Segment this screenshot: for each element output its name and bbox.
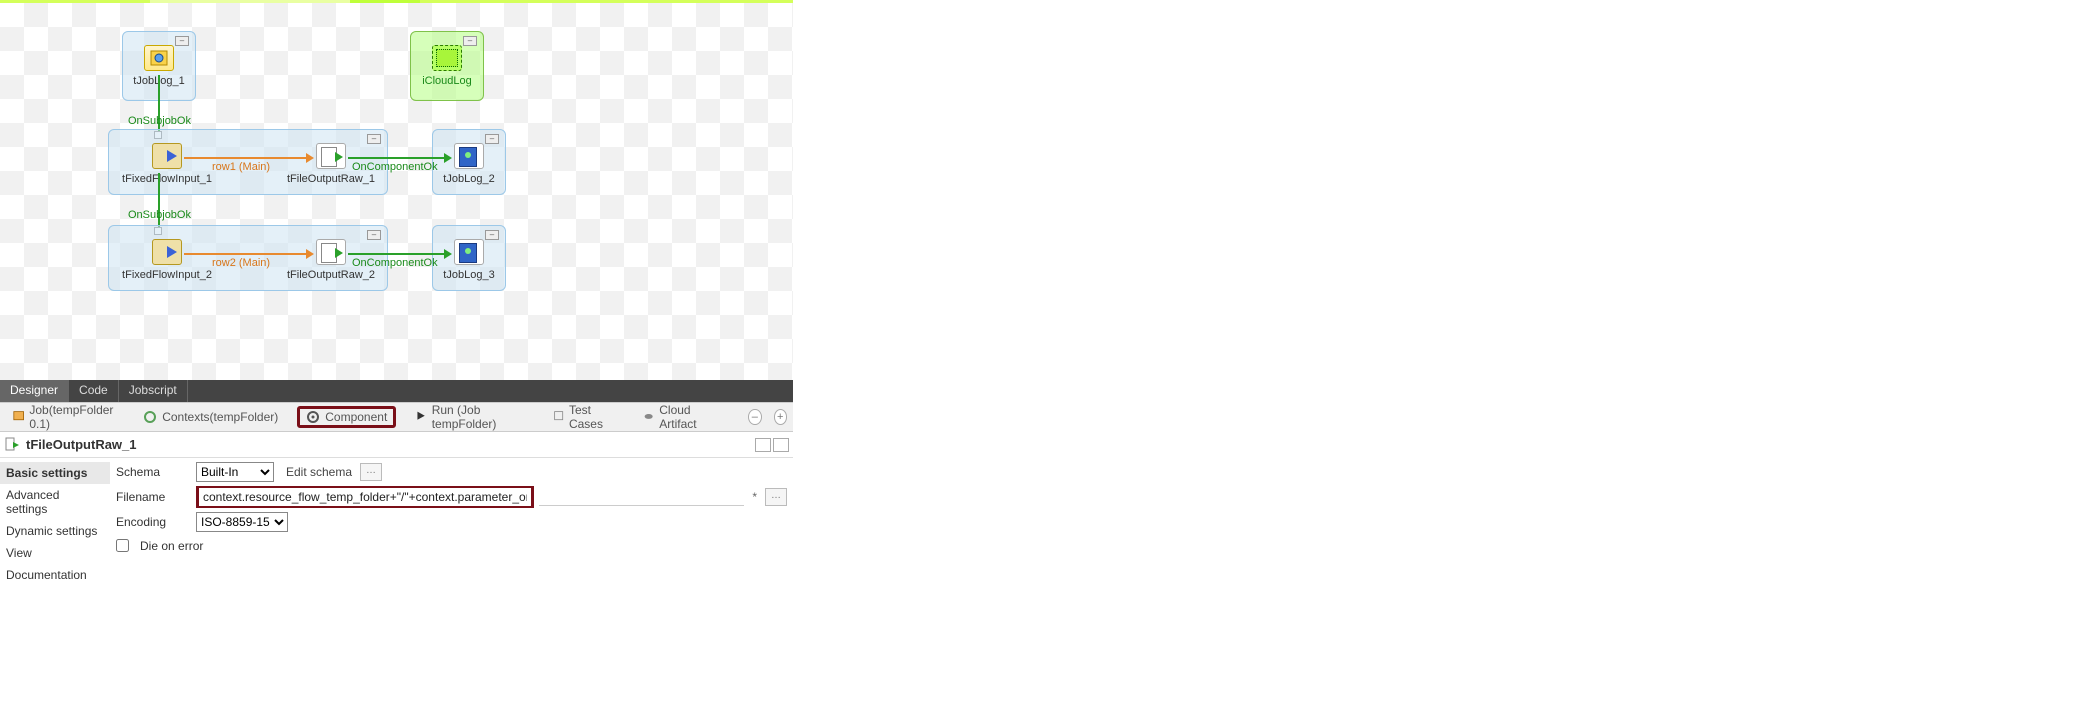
view-job-label: Job(tempFolder 0.1) [29, 403, 117, 431]
filename-label: Filename [116, 490, 188, 504]
component-label: tJobLog_2 [443, 173, 494, 185]
nav-dynamic-settings[interactable]: Dynamic settings [0, 520, 110, 542]
row-filename: Filename * … [116, 486, 787, 508]
view-component-label: Component [325, 410, 387, 424]
filename-input[interactable] [199, 488, 531, 506]
subjob-minimize-icon[interactable] [485, 134, 499, 144]
filename-browse-button[interactable]: … [765, 488, 787, 506]
view-component[interactable]: Component [297, 406, 396, 428]
component-icon [306, 410, 320, 424]
tab-jobscript[interactable]: Jobscript [119, 380, 188, 402]
schema-label: Schema [116, 465, 188, 479]
settings-panel: Basic settings Advanced settings Dynamic… [0, 458, 793, 590]
cloudlog-icon [432, 45, 462, 71]
component-label: tFixedFlowInput_1 [122, 173, 212, 185]
link-onsubjobok-1[interactable] [158, 75, 160, 135]
component-tjoblog1[interactable]: tJobLog_1 [142, 45, 176, 75]
arrowhead-icon [444, 249, 452, 259]
flowinput-icon [152, 143, 182, 169]
arrowhead-icon [306, 153, 314, 163]
edit-schema-link[interactable]: Edit schema [286, 465, 352, 479]
link-oncomponentok-2[interactable] [348, 253, 448, 255]
nav-view[interactable]: View [0, 542, 110, 564]
nav-advanced-settings[interactable]: Advanced settings [0, 484, 110, 520]
filename-highlight-box [196, 486, 534, 508]
view-run[interactable]: Run (Job tempFolder) [408, 399, 533, 435]
schema-select[interactable]: Built-In [196, 462, 274, 482]
settings-form: Schema Built-In Edit schema … Filename *… [110, 458, 793, 563]
component-icloudlog[interactable]: iCloudLog [430, 45, 464, 75]
component-tjoblog3[interactable]: tJobLog_3 [452, 239, 486, 269]
flowinput-icon [152, 239, 182, 265]
link-row1[interactable] [184, 157, 310, 159]
view-contexts[interactable]: Contexts(tempFolder) [136, 406, 285, 428]
arrowhead-icon [444, 153, 452, 163]
encoding-label: Encoding [116, 515, 188, 529]
row-die-on-error: Die on error [116, 536, 787, 555]
edit-schema-button[interactable]: … [360, 463, 382, 481]
encoding-select[interactable]: ISO-8859-15 [196, 512, 288, 532]
component-label: iCloudLog [422, 75, 472, 87]
selected-component-title: tFileOutputRaw_1 [26, 437, 137, 452]
component-tjoblog2[interactable]: tJobLog_2 [452, 143, 486, 173]
layout-option-1[interactable] [755, 438, 771, 452]
view-cloudartifact[interactable]: Cloud Artifact [636, 399, 724, 435]
component-tfileoutputraw1[interactable]: tFileOutputRaw_1 [314, 143, 348, 173]
cloud-icon [643, 410, 654, 424]
subjob-minimize-icon[interactable] [485, 230, 499, 240]
die-on-error-label: Die on error [140, 539, 203, 553]
fileoutput-icon [4, 437, 20, 453]
fileoutput-icon [316, 239, 346, 265]
link-row2[interactable] [184, 253, 310, 255]
link-oncomponentok-1[interactable] [348, 157, 448, 159]
component-tfixedflowinput2[interactable]: tFixedFlowInput_2 [150, 239, 184, 269]
run-icon [415, 410, 426, 424]
canvas-top-highlight [350, 0, 420, 3]
joblog-icon [144, 45, 174, 71]
component-tfileoutputraw2[interactable]: tFileOutputRaw_2 [314, 239, 348, 269]
fileoutput-icon [316, 143, 346, 169]
row-schema: Schema Built-In Edit schema … [116, 462, 787, 482]
expand-button[interactable]: + [774, 409, 787, 425]
layout-option-2[interactable] [773, 438, 789, 452]
nav-basic-settings[interactable]: Basic settings [0, 462, 110, 484]
canvas-top-highlight-2 [150, 0, 350, 3]
component-label: tFileOutputRaw_2 [287, 269, 375, 281]
job-icon [13, 410, 24, 424]
joblog-icon [454, 239, 484, 265]
contexts-icon [143, 410, 157, 424]
settings-nav: Basic settings Advanced settings Dynamic… [0, 458, 110, 590]
designer-canvas[interactable]: tJobLog_1 iCloudLog OnSubjobOk tFixedFlo… [0, 0, 793, 380]
subjob-minimize-icon[interactable] [367, 230, 381, 240]
component-label: tFileOutputRaw_1 [287, 173, 375, 185]
row-encoding: Encoding ISO-8859-15 [116, 512, 787, 532]
die-on-error-checkbox[interactable] [116, 539, 129, 552]
subjob-minimize-icon[interactable] [463, 36, 477, 46]
link-onsubjobok-2[interactable] [158, 173, 160, 231]
subjob-minimize-icon[interactable] [175, 36, 189, 46]
view-cloudartifact-label: Cloud Artifact [659, 403, 717, 431]
component-tfixedflowinput1[interactable]: tFixedFlowInput_1 [150, 143, 184, 173]
subjob-minimize-icon[interactable] [367, 134, 381, 144]
nav-documentation[interactable]: Documentation [0, 564, 110, 586]
layout-icons [755, 438, 789, 452]
view-toolbar: Job(tempFolder 0.1) Contexts(tempFolder)… [0, 402, 793, 432]
collapse-button[interactable]: – [748, 409, 761, 425]
arrowhead-icon [306, 249, 314, 259]
view-job[interactable]: Job(tempFolder 0.1) [6, 399, 124, 435]
filename-required-asterisk: * [752, 490, 757, 504]
component-label: tFixedFlowInput_2 [122, 269, 212, 281]
component-label: tJobLog_3 [443, 269, 494, 281]
view-testcases-label: Test Cases [569, 403, 617, 431]
view-contexts-label: Contexts(tempFolder) [162, 410, 278, 424]
component-title-row: tFileOutputRaw_1 [0, 432, 793, 458]
filename-input-extension[interactable] [539, 488, 744, 506]
joblog-icon [454, 143, 484, 169]
view-run-label: Run (Job tempFolder) [432, 403, 527, 431]
testcases-icon [553, 410, 564, 424]
view-testcases[interactable]: Test Cases [546, 399, 624, 435]
